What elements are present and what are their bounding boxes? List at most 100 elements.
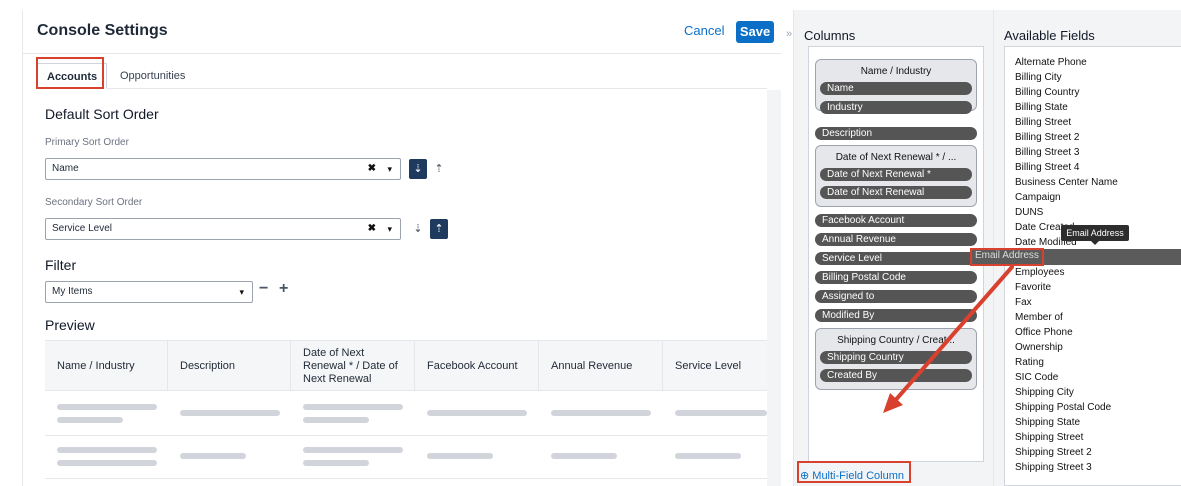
field-item[interactable]: DUNS xyxy=(1015,205,1043,220)
console-settings-panel: Console Settings Cancel Save Accounts Op… xyxy=(22,10,781,486)
columns-panel: Columns Name / Industry Name Industry De… xyxy=(793,10,993,486)
field-item[interactable]: Favorite xyxy=(1015,280,1051,295)
field-item[interactable]: Shipping City xyxy=(1015,385,1074,400)
column-pill[interactable]: Shipping Country xyxy=(820,351,972,364)
primary-sort-select[interactable]: Name ✖ ▾ xyxy=(45,158,401,180)
column-header: Name / Industry xyxy=(45,341,168,391)
placeholder-bar xyxy=(57,460,157,466)
field-item[interactable]: Rating xyxy=(1015,355,1044,370)
field-item[interactable]: Billing State xyxy=(1015,100,1068,115)
columns-heading: Columns xyxy=(804,28,856,43)
tab-opportunities[interactable]: Opportunities xyxy=(111,63,194,89)
field-item[interactable]: SIC Code xyxy=(1015,370,1058,385)
column-header: Service Level xyxy=(675,359,742,372)
multi-field-group[interactable]: Date of Next Renewal * / ... Date of Nex… xyxy=(815,145,977,207)
page-title: Console Settings xyxy=(37,22,168,39)
placeholder-bar xyxy=(303,404,403,410)
column-pill[interactable]: Facebook Account xyxy=(815,214,977,227)
placeholder-bar xyxy=(551,410,651,416)
group-title: Shipping Country / Creat... xyxy=(837,335,955,346)
field-item[interactable]: Campaign xyxy=(1015,190,1061,205)
default-sort-heading: Default Sort Order xyxy=(45,106,159,122)
field-item[interactable]: Employees xyxy=(1015,265,1064,280)
column-pill[interactable]: Description xyxy=(815,127,977,140)
column-pill[interactable]: Modified By xyxy=(815,309,977,322)
multi-field-group[interactable]: Shipping Country / Creat... Shipping Cou… xyxy=(815,328,977,390)
preview-table: Name / Industry Description Date of Next… xyxy=(45,340,767,479)
placeholder-bar xyxy=(427,410,527,416)
column-pill[interactable]: Annual Revenue xyxy=(815,233,977,246)
save-button[interactable]: Save xyxy=(736,21,774,43)
collapse-chevron-icon[interactable]: » xyxy=(786,28,792,40)
chevron-down-icon[interactable]: ▾ xyxy=(387,159,392,179)
vertical-scrollbar[interactable] xyxy=(767,90,781,486)
placeholder-bar xyxy=(57,447,157,453)
clear-icon[interactable]: ✖ xyxy=(368,159,376,179)
add-filter-button[interactable]: + xyxy=(279,280,288,298)
field-item[interactable]: Business Center Name xyxy=(1015,175,1118,190)
placeholder-bar xyxy=(180,453,246,459)
column-pill[interactable]: Assigned to xyxy=(815,290,977,303)
chevron-down-icon[interactable]: ▾ xyxy=(239,282,244,302)
placeholder-bar xyxy=(551,453,617,459)
sort-descending-icon[interactable]: ⇣ xyxy=(409,159,427,179)
field-item[interactable]: Office Phone xyxy=(1015,325,1073,340)
placeholder-bar xyxy=(57,404,157,410)
highlight-box-accounts-tab xyxy=(36,57,104,89)
field-tooltip: Email Address xyxy=(1061,225,1129,245)
field-item[interactable]: Billing Country xyxy=(1015,85,1079,100)
secondary-sort-label: Secondary Sort Order xyxy=(45,197,143,208)
field-item[interactable]: Billing Street xyxy=(1015,115,1071,130)
field-item[interactable]: Billing Street 4 xyxy=(1015,160,1079,175)
field-item[interactable]: Billing City xyxy=(1015,70,1062,85)
table-header: Name / Industry Description Date of Next… xyxy=(45,341,767,391)
column-pill[interactable]: Created By xyxy=(820,369,972,382)
column-header: Facebook Account xyxy=(415,341,539,391)
column-pill[interactable]: Service Level xyxy=(815,252,977,265)
column-pill[interactable]: Date of Next Renewal * xyxy=(820,168,972,181)
field-item[interactable]: Alternate Phone xyxy=(1015,55,1087,70)
placeholder-bar xyxy=(303,417,369,423)
field-item[interactable]: Shipping Street 2 xyxy=(1015,445,1092,460)
module-tabs: Accounts Opportunities xyxy=(37,57,767,89)
group-title: Name / Industry xyxy=(860,66,932,77)
available-fields-heading: Available Fields xyxy=(1004,28,1095,43)
field-item[interactable]: Shipping Street 3 xyxy=(1015,460,1092,475)
primary-sort-value: Name xyxy=(52,163,79,174)
sort-ascending-icon[interactable]: ⇡ xyxy=(430,219,448,239)
column-pill[interactable]: Billing Postal Code xyxy=(815,271,977,284)
field-item[interactable]: Member of xyxy=(1015,310,1063,325)
field-item[interactable]: Billing Street 3 xyxy=(1015,145,1079,160)
column-pill[interactable]: Date of Next Renewal xyxy=(820,186,972,199)
row-divider xyxy=(45,435,767,436)
sort-descending-icon[interactable]: ⇣ xyxy=(409,219,427,239)
chevron-down-icon[interactable]: ▾ xyxy=(387,219,392,239)
placeholder-bar xyxy=(303,460,369,466)
clear-icon[interactable]: ✖ xyxy=(368,219,376,239)
placeholder-bar xyxy=(675,453,741,459)
column-header: Annual Revenue xyxy=(539,341,663,391)
multi-field-group[interactable]: Name / Industry Name Industry xyxy=(815,59,977,114)
highlight-box-multi-field xyxy=(797,461,911,483)
field-item[interactable]: Shipping Postal Code xyxy=(1015,400,1111,415)
column-pill[interactable]: Name xyxy=(820,82,972,95)
field-item[interactable]: Billing Street 2 xyxy=(1015,130,1079,145)
columns-dropzone[interactable]: Name / Industry Name Industry Descriptio… xyxy=(808,46,984,462)
secondary-sort-select[interactable]: Service Level ✖ ▾ xyxy=(45,218,401,240)
field-item[interactable]: Shipping Street xyxy=(1015,430,1083,445)
placeholder-bar xyxy=(180,410,280,416)
remove-filter-button[interactable]: − xyxy=(259,280,268,298)
secondary-sort-value: Service Level xyxy=(52,223,113,234)
available-fields-list: Alternate Phone Billing City Billing Cou… xyxy=(1004,46,1181,486)
field-item[interactable]: Shipping State xyxy=(1015,415,1080,430)
column-header: Description xyxy=(168,341,291,391)
filter-select[interactable]: My Items ▾ xyxy=(45,281,253,303)
column-pill[interactable]: Industry xyxy=(820,101,972,114)
field-item[interactable]: Fax xyxy=(1015,295,1032,310)
preview-heading: Preview xyxy=(45,317,95,333)
filter-heading: Filter xyxy=(45,257,77,273)
field-item[interactable]: Ownership xyxy=(1015,340,1063,355)
sort-ascending-icon[interactable]: ⇡ xyxy=(430,159,448,179)
cancel-button[interactable]: Cancel xyxy=(684,23,724,38)
filter-value: My Items xyxy=(52,286,93,297)
